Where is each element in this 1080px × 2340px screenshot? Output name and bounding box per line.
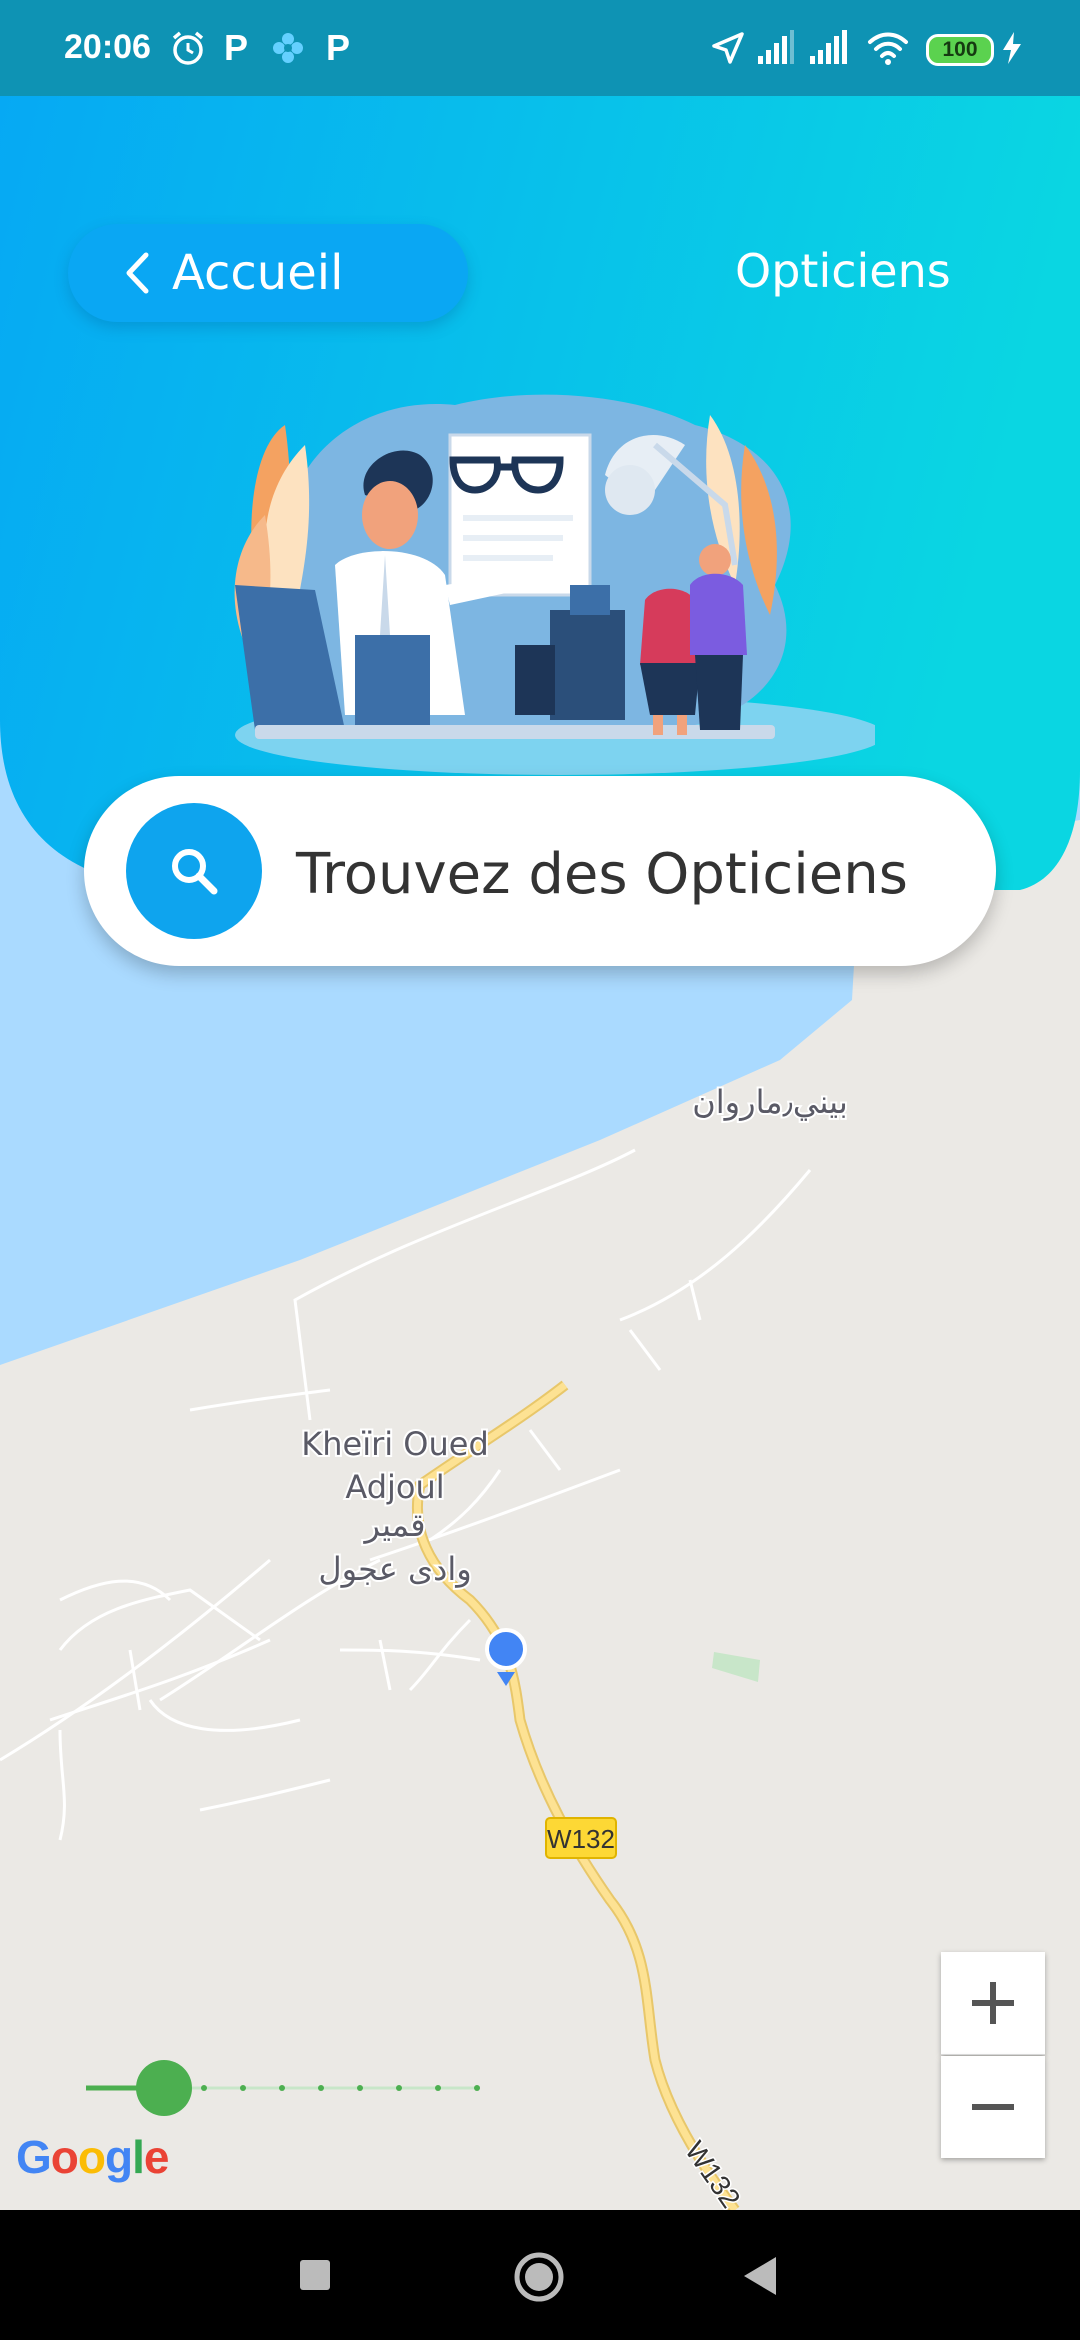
page-title: Opticiens (735, 244, 951, 298)
map-label-town-line2: Adjoul (345, 1468, 444, 1506)
search-icon (172, 849, 218, 895)
back-button[interactable]: Accueil (68, 224, 468, 322)
status-bar: 20:06 P P 100 (0, 0, 1080, 96)
p-app-icon-2: P (326, 27, 351, 68)
recent-apps-button[interactable] (298, 2258, 332, 2292)
map-label-town-arabic2: وادى عجول (318, 1550, 471, 1588)
wifi-icon (866, 24, 910, 72)
map-label-town-arabic-top: بيني٫ماروان (692, 1083, 847, 1121)
back-nav-button[interactable] (740, 2254, 780, 2298)
signal-icon-2 (808, 24, 852, 72)
home-button[interactable] (512, 2250, 566, 2304)
chevron-left-icon (124, 251, 150, 295)
p-app-icon: P (224, 27, 249, 68)
map-label-town-arabic1: قمير (362, 1506, 425, 1544)
status-time: 20:06 (64, 28, 151, 66)
signal-icon (756, 24, 796, 72)
search-bar[interactable]: Trouvez des Opticiens (84, 776, 996, 966)
navigation-bar (0, 2210, 1080, 2340)
minus-icon (972, 2104, 1014, 2110)
location-arrow-icon (710, 24, 746, 72)
flower-app-icon (270, 24, 306, 72)
optician-illustration (234, 394, 875, 775)
charging-icon (1000, 24, 1024, 72)
battery-icon: 100 (926, 34, 994, 66)
google-logo: Google (16, 2131, 169, 2183)
road-shield-w132: W132 (545, 1817, 617, 1859)
svg-text:W132: W132 (547, 1824, 615, 1854)
map-label-town-line1: Kheïri Oued (301, 1425, 489, 1463)
slider-thumb (136, 2060, 192, 2116)
zoom-in-button[interactable] (941, 1952, 1045, 2055)
alarm-icon (168, 24, 208, 72)
search-button[interactable] (126, 803, 262, 939)
back-button-label: Accueil (172, 245, 344, 301)
zoom-out-button[interactable] (941, 2056, 1045, 2158)
plus-icon (972, 1982, 1014, 2024)
search-input[interactable]: Trouvez des Opticiens (296, 842, 908, 907)
